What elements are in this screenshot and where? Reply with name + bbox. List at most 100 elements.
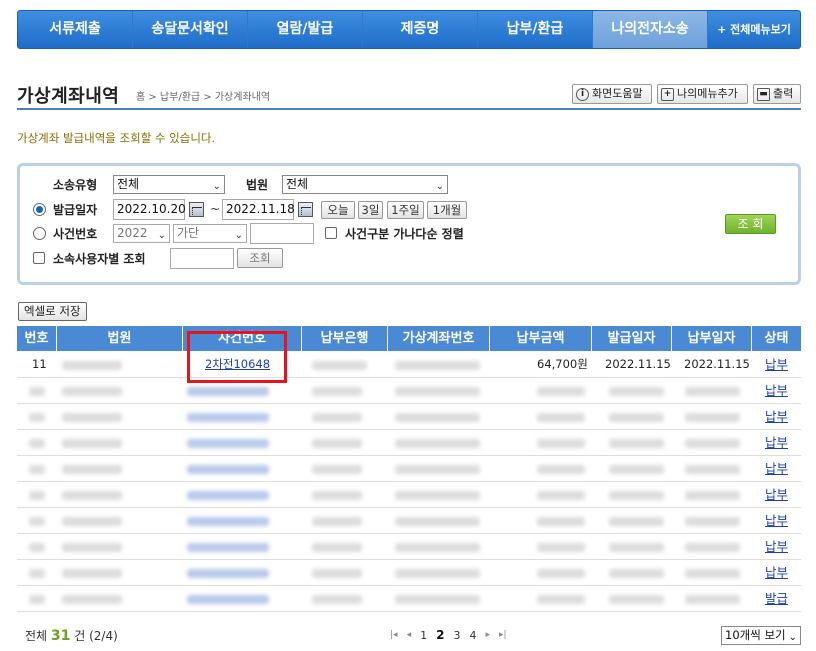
page-size-value: 10개씩 보기	[725, 628, 786, 642]
quick-3day-button[interactable]: 3일	[358, 201, 383, 219]
sub-user-search-button[interactable]: 조회	[237, 248, 283, 268]
print-button[interactable]: ▬ 출력	[753, 84, 801, 104]
status-link[interactable]: 납부	[765, 404, 788, 429]
redacted-bank	[312, 517, 362, 526]
sub-user-checkbox[interactable]	[33, 252, 45, 264]
issue-date-radio[interactable]	[33, 203, 46, 216]
help-button[interactable]: i 화면도움말	[572, 84, 652, 104]
status-link[interactable]: 발급	[765, 586, 788, 611]
table-row: 납부	[17, 508, 801, 534]
search-button[interactable]: 조 회	[725, 214, 776, 234]
redacted-no	[29, 413, 45, 422]
redacted-amount	[537, 387, 585, 396]
redacted-case-no	[187, 387, 269, 396]
calendar-icon[interactable]	[298, 202, 313, 217]
redacted-case-no	[187, 543, 269, 552]
breadcrumb: 홈 > 납부/환급 > 가상계좌내역	[136, 92, 271, 103]
folder-plus-icon: +	[661, 87, 674, 101]
nav-delivery-check[interactable]: 송달문서확인	[133, 11, 248, 48]
case-kind-select[interactable]: 가단 ⌄	[173, 224, 247, 243]
case-number-radio[interactable]	[33, 227, 46, 240]
redacted-no	[29, 569, 45, 578]
redacted-pay-date	[685, 491, 740, 500]
page-description: 가상계좌 발급내역을 조회할 수 있습니다.	[17, 131, 216, 145]
case-type-label: 소송유형	[53, 178, 98, 192]
col-header-pay-date: 납부일자	[672, 326, 752, 351]
top-nav: 서류제출 송달문서확인 열람/발급 제증명 납부/환급 나의전자소송 + 전체메…	[17, 10, 801, 49]
sub-user-input[interactable]	[170, 248, 234, 269]
status-link[interactable]: 납부	[765, 430, 788, 455]
chevron-down-icon: ⌄	[234, 230, 243, 241]
redacted-no	[29, 517, 45, 526]
first-page-icon[interactable]: |◂	[390, 630, 398, 640]
page-2[interactable]: 2	[436, 628, 444, 642]
print-button-label: 출력	[773, 87, 794, 100]
case-year-select[interactable]: 2022 ⌄	[113, 224, 170, 243]
table-row: 납부	[17, 404, 801, 430]
page-3[interactable]: 3	[453, 629, 460, 642]
calendar-icon[interactable]	[189, 202, 204, 217]
redacted-issue-date	[609, 439, 664, 448]
redacted-account	[395, 361, 480, 370]
redacted-issue-date	[609, 465, 664, 474]
chevron-down-icon: ⌄	[157, 230, 166, 241]
amount: 64,700원	[537, 357, 588, 371]
nav-payment-refund[interactable]: 납부/환급	[478, 11, 593, 48]
redacted-bank	[312, 439, 362, 448]
quick-today-button[interactable]: 오늘	[321, 201, 355, 219]
redacted-amount	[537, 465, 585, 474]
nav-document-submit[interactable]: 서류제출	[18, 11, 133, 48]
last-page-icon[interactable]: ▸|	[499, 630, 507, 640]
redacted-amount	[537, 439, 585, 448]
date-from-input[interactable]: 2022.10.20	[113, 199, 186, 220]
nav-all-menu[interactable]: + 전체메뉴보기	[708, 11, 800, 48]
quick-1week-button[interactable]: 1주일	[387, 201, 424, 219]
page-size-select[interactable]: 10개씩 보기 ⌄	[721, 626, 801, 645]
redacted-account	[395, 439, 480, 448]
case-type-select[interactable]: 전체 ⌄	[113, 175, 225, 194]
redacted-pay-date	[685, 413, 740, 422]
date-to-input[interactable]: 2022.11.18	[222, 199, 295, 220]
prev-page-icon[interactable]: ◂	[407, 630, 412, 640]
page-4[interactable]: 4	[469, 629, 476, 642]
next-page-icon[interactable]: ▸	[485, 630, 490, 640]
redacted-case-no	[187, 413, 269, 422]
redacted-account	[395, 543, 480, 552]
excel-export-button[interactable]: 엑셀로 저장	[18, 302, 87, 321]
redacted-issue-date	[609, 491, 664, 500]
page-1[interactable]: 1	[420, 629, 427, 642]
total-count: 전체 31 건 (2/4)	[25, 627, 118, 644]
col-header-court: 법원	[57, 326, 183, 351]
status-link[interactable]: 납부	[765, 378, 788, 403]
nav-certificate[interactable]: 제증명	[363, 11, 478, 48]
status-link[interactable]: 납부	[765, 456, 788, 481]
redacted-court	[62, 595, 122, 604]
nav-my-e-litigation[interactable]: 나의전자소송	[593, 11, 708, 48]
court-value: 전체	[286, 177, 309, 191]
pagination: |◂ ◂ 1 2 3 4 ▸ ▸|	[390, 628, 507, 642]
status-link[interactable]: 납부	[765, 482, 788, 507]
status-link[interactable]: 납부	[765, 352, 788, 377]
case-number-input[interactable]	[250, 223, 314, 244]
sort-label: 사건구분 가나다순 정렬	[345, 227, 464, 241]
redacted-amount	[537, 543, 585, 552]
page-title: 가상계좌내역	[17, 86, 120, 107]
table-row: 발급	[17, 586, 801, 612]
case-year-value: 2022	[117, 226, 148, 240]
sort-checkbox[interactable]	[325, 227, 337, 239]
redacted-issue-date	[609, 517, 664, 526]
status-link[interactable]: 납부	[765, 508, 788, 533]
redacted-amount	[537, 413, 585, 422]
sub-user-label: 소속사용자별 조회	[53, 252, 146, 266]
redacted-account	[395, 413, 480, 422]
add-my-menu-button[interactable]: + 나의메뉴추가	[657, 84, 748, 104]
nav-view-issue[interactable]: 열람/발급	[248, 11, 363, 48]
status-link[interactable]: 납부	[765, 534, 788, 559]
col-header-status: 상태	[752, 326, 801, 351]
redacted-pay-date	[685, 569, 740, 578]
table-row: 납부	[17, 430, 801, 456]
quick-1month-button[interactable]: 1개월	[427, 201, 467, 219]
court-select[interactable]: 전체 ⌄	[282, 175, 448, 194]
redacted-no	[29, 491, 45, 500]
status-link[interactable]: 납부	[765, 560, 788, 585]
